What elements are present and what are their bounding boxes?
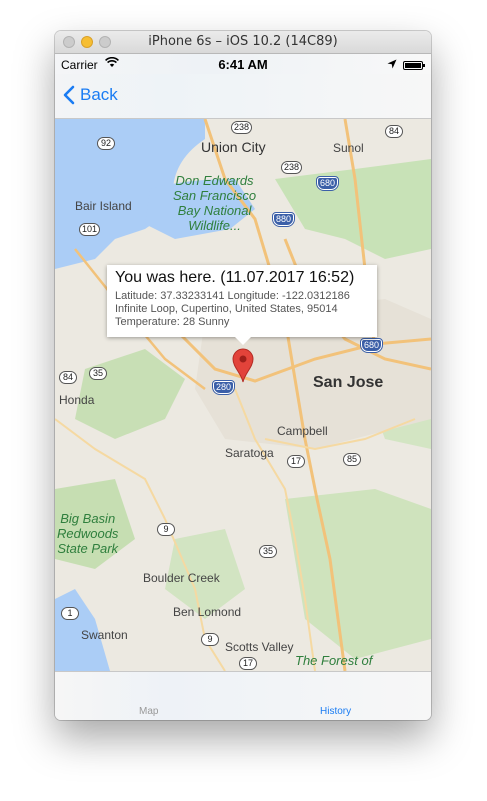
tab-history[interactable]: History	[320, 706, 351, 717]
callout-coordinates: Latitude: 37.33233141 Longitude: -122.03…	[115, 290, 350, 302]
route-shield: 92	[97, 137, 115, 150]
interstate-shield: 880	[271, 212, 296, 227]
route-shield: 84	[385, 125, 403, 138]
map-label-big-basin: Big Basin Redwoods State Park	[57, 511, 118, 556]
map-label-scotts-valley: Scotts Valley	[225, 640, 294, 654]
map-label-forest: The Forest of	[295, 653, 373, 668]
interstate-shield: 680	[315, 176, 340, 191]
route-shield: 238	[281, 161, 303, 174]
route-shield: 1	[61, 607, 79, 620]
map-label-boulder-creek: Boulder Creek	[143, 571, 220, 585]
navigation-bar: Back	[55, 74, 431, 119]
route-shield: 17	[239, 657, 257, 670]
map-label-san-jose: San Jose	[313, 374, 384, 391]
map-label-line: Don Edwards	[175, 173, 254, 188]
window-titlebar: iPhone 6s – iOS 10.2 (14C89)	[55, 31, 431, 54]
route-shield: 238	[231, 121, 253, 134]
route-shield: 9	[201, 633, 219, 646]
chevron-left-icon	[63, 85, 75, 105]
map-label-honda: Honda	[59, 393, 95, 407]
window-title: iPhone 6s – iOS 10.2 (14C89)	[148, 34, 338, 49]
route-shield: 85	[343, 453, 361, 466]
callout-title: You was here. (11.07.2017 16:52)	[115, 269, 355, 286]
interstate-shield: 680	[359, 338, 384, 353]
map-label-union-city: Union City	[201, 139, 266, 155]
map-label-sunol: Sunol	[333, 141, 364, 155]
tab-map[interactable]: Map	[139, 706, 158, 717]
location-arrow-icon	[387, 58, 397, 72]
status-bar: Carrier 6:41 AM	[55, 54, 431, 74]
map-label-swanton: Swanton	[81, 628, 128, 642]
map-label-wildlife-refuge: Don Edwards San Francisco Bay National W…	[173, 173, 256, 233]
map-label-line: State Park	[57, 541, 119, 556]
route-shield: 9	[157, 523, 175, 536]
map-label-saratoga: Saratoga	[225, 446, 274, 460]
back-button[interactable]: Back	[63, 85, 118, 105]
map-label-bair-island: Bair Island	[75, 199, 132, 213]
battery-icon	[403, 61, 425, 70]
route-shield: 17	[287, 455, 305, 468]
route-shield: 35	[89, 367, 107, 380]
route-shield: 101	[79, 223, 101, 236]
map-label-line: Redwoods	[57, 526, 119, 541]
route-shield: 35	[259, 545, 277, 558]
back-button-label: Back	[80, 85, 118, 104]
map-label-line: Wildlife...	[188, 218, 241, 233]
callout-weather: Temperature: 28 Sunny	[115, 316, 230, 328]
map-label-line: San Francisco	[173, 188, 257, 203]
map-view[interactable]: Union City Sunol Don Edwards San Francis…	[55, 119, 431, 671]
status-time: 6:41 AM	[218, 57, 268, 72]
simulator-window: iPhone 6s – iOS 10.2 (14C89) Carrier 6:4…	[55, 31, 431, 720]
map-label-ben-lomond: Ben Lomond	[173, 605, 242, 619]
annotation-callout[interactable]: You was here. (11.07.2017 16:52) Latitud…	[107, 265, 377, 345]
tab-bar: Map History	[55, 671, 431, 720]
callout-address: Infinite Loop, Cupertino, United States,…	[115, 303, 338, 315]
route-shield: 84	[59, 371, 77, 384]
map-label-campbell: Campbell	[277, 424, 328, 438]
map-pin-icon[interactable]	[231, 347, 255, 383]
map-label-line: Big Basin	[60, 511, 116, 526]
map-label-line: Bay National	[177, 203, 252, 218]
